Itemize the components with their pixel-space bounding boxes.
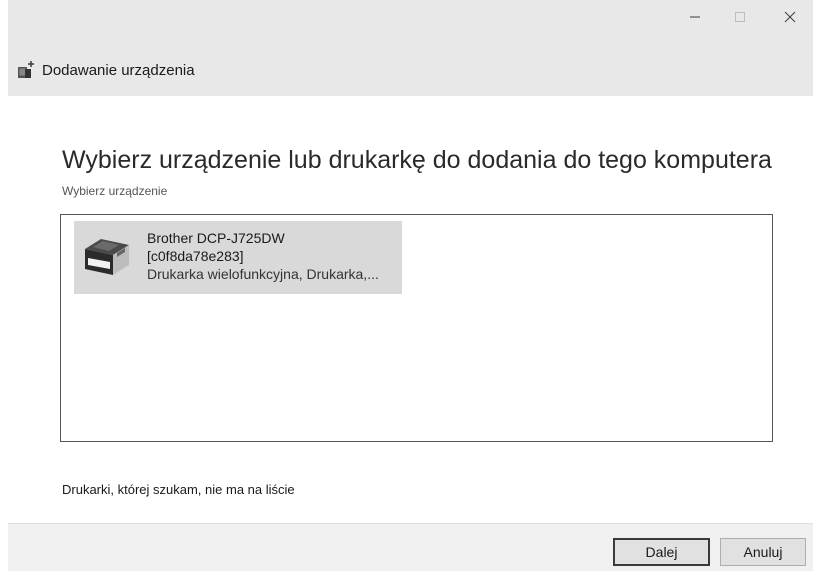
next-button[interactable]: Dalej (613, 538, 710, 566)
device-details: Brother DCP-J725DW [c0f8da78e283] Drukar… (147, 229, 379, 283)
device-id: [c0f8da78e283] (147, 248, 244, 264)
cancel-button[interactable]: Anuluj (720, 538, 806, 566)
wizard-header: Dodawanie urządzenia (16, 60, 195, 80)
maximize-icon (735, 12, 745, 22)
device-item-brother[interactable]: Brother DCP-J725DW [c0f8da78e283] Drukar… (74, 221, 402, 294)
minimize-icon (690, 16, 700, 18)
minimize-button[interactable] (672, 0, 718, 34)
close-icon (784, 11, 796, 23)
maximize-button[interactable] (717, 0, 763, 34)
close-button[interactable] (767, 0, 813, 34)
page-subtitle: Wybierz urządzenie (62, 184, 168, 198)
printer-icon (85, 239, 129, 275)
wizard-content: Wybierz urządzenie lub drukarkę do dodan… (8, 96, 813, 523)
page-title: Wybierz urządzenie lub drukarkę do dodan… (62, 146, 772, 174)
add-device-window: Dodawanie urządzenia Wybierz urządzenie … (8, 0, 813, 571)
wizard-footer: Dalej Anuluj (8, 523, 813, 571)
add-device-icon (18, 61, 34, 78)
window-title: Dodawanie urządzenia (42, 61, 195, 79)
title-bar[interactable]: Dodawanie urządzenia (8, 0, 813, 96)
device-list[interactable]: Brother DCP-J725DW [c0f8da78e283] Drukar… (60, 214, 773, 442)
device-name: Brother DCP-J725DW (147, 230, 285, 246)
printer-not-listed-link[interactable]: Drukarki, której szukam, nie ma na liści… (62, 482, 295, 497)
device-type: Drukarka wielofunkcyjna, Drukarka,... (147, 266, 379, 282)
